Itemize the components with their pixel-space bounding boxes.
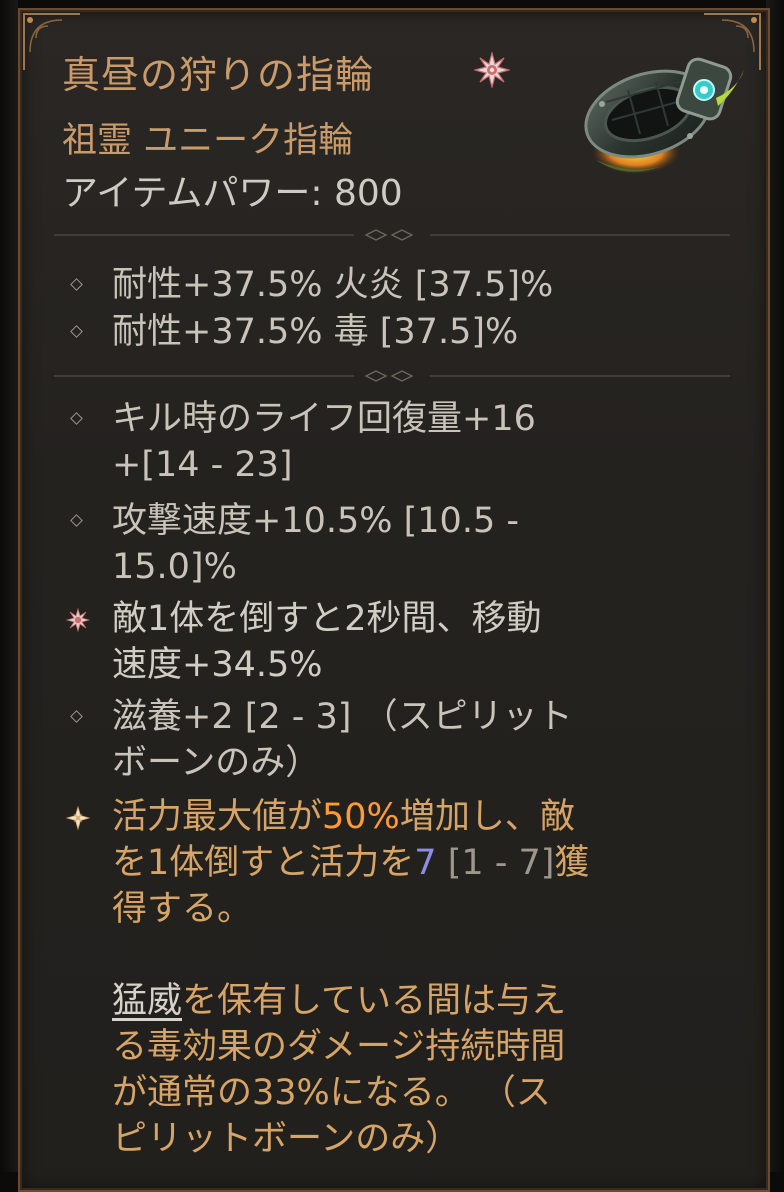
unique-power-line: ピリットボーンのみ）: [112, 1119, 461, 1159]
affix-stat: 攻撃速度+10.5% [10.5 - 15.0]%: [62, 498, 712, 590]
highlight-value: 50%: [322, 797, 400, 837]
unique-power-line: が通常の33%になる。 （ス: [112, 1073, 551, 1113]
unique-text: を1体倒すと活力を: [112, 843, 415, 883]
implicit-stat-text: 耐性+37.5% 毒 [37.5]%: [112, 312, 519, 352]
unique-text: 増加し、敵: [399, 797, 575, 837]
affix-line: キル時のライフ回復量+16: [112, 399, 536, 439]
unique-power-line: 活力最大値が50%増加し、敵: [112, 794, 712, 840]
diamond-bullet-icon: [68, 323, 86, 341]
implicit-stat: 耐性+37.5% 毒 [37.5]%: [62, 309, 712, 355]
keyword-link[interactable]: 猛威: [112, 981, 182, 1021]
implicit-stat: 耐性+37.5% 火炎 [37.5]%: [62, 262, 712, 308]
unique-power-line: を1体倒すと活力を7 [1 - 7]獲: [112, 840, 712, 886]
implicit-stat-text: 耐性+37.5% 火炎 [37.5]%: [112, 265, 554, 305]
starburst-bullet-icon: [66, 608, 90, 632]
roll-range: [1 - 7]: [436, 843, 555, 883]
affix-line: 15.0]%: [112, 547, 237, 587]
item-power: アイテムパワー: 800: [62, 173, 403, 214]
affix-line: +[14 - 23]: [112, 445, 293, 485]
diamond-bullet-icon: [68, 410, 86, 428]
section-divider: [54, 229, 730, 241]
unique-power-spacer: [112, 932, 712, 978]
section-divider: [54, 370, 730, 382]
unique-star-icon: [474, 52, 510, 88]
sparkle-bullet-icon: [66, 806, 90, 830]
unique-power: 活力最大値が50%増加し、敵 を1体倒すと活力を7 [1 - 7]獲 得する。 …: [62, 794, 712, 1162]
affix-line: ボーンのみ）: [112, 743, 321, 783]
affix-line: 敵1体を倒すと2秒間、移動: [112, 599, 542, 639]
affix-line: 速度+34.5%: [112, 645, 323, 685]
diamond-bullet-icon: [68, 276, 86, 294]
unique-text: を保有している間は与え: [182, 981, 566, 1021]
affix-line: 滋養+2 [2 - 3] （スピリット: [112, 697, 573, 737]
unique-power-line: 得する。: [112, 889, 253, 929]
affix-line: 攻撃速度+10.5% [10.5 -: [112, 501, 519, 541]
affix-stat: 滋養+2 [2 - 3] （スピリット ボーンのみ）: [62, 694, 712, 786]
left-edge: [0, 0, 18, 1172]
diamond-bullet-icon: [68, 708, 86, 726]
unique-power-line: る毒効果のダメージ持続時間: [112, 1027, 566, 1067]
item-name: 真昼の狩りの指輪: [62, 53, 375, 97]
unique-power-line: 猛威を保有している間は与え: [112, 978, 712, 1024]
ring-icon: [584, 57, 744, 174]
unique-text: 活力最大値が: [112, 797, 323, 837]
highlight-value: 7: [414, 843, 437, 883]
diamond-bullet-icon: [68, 512, 86, 530]
aspect-stat: 敵1体を倒すと2秒間、移動 速度+34.5%: [62, 596, 712, 688]
affix-stat: キル時のライフ回復量+16 +[14 - 23]: [62, 396, 712, 488]
item-type-line: 祖霊 ユニーク指輪: [62, 121, 354, 161]
unique-text: 獲: [554, 843, 590, 883]
